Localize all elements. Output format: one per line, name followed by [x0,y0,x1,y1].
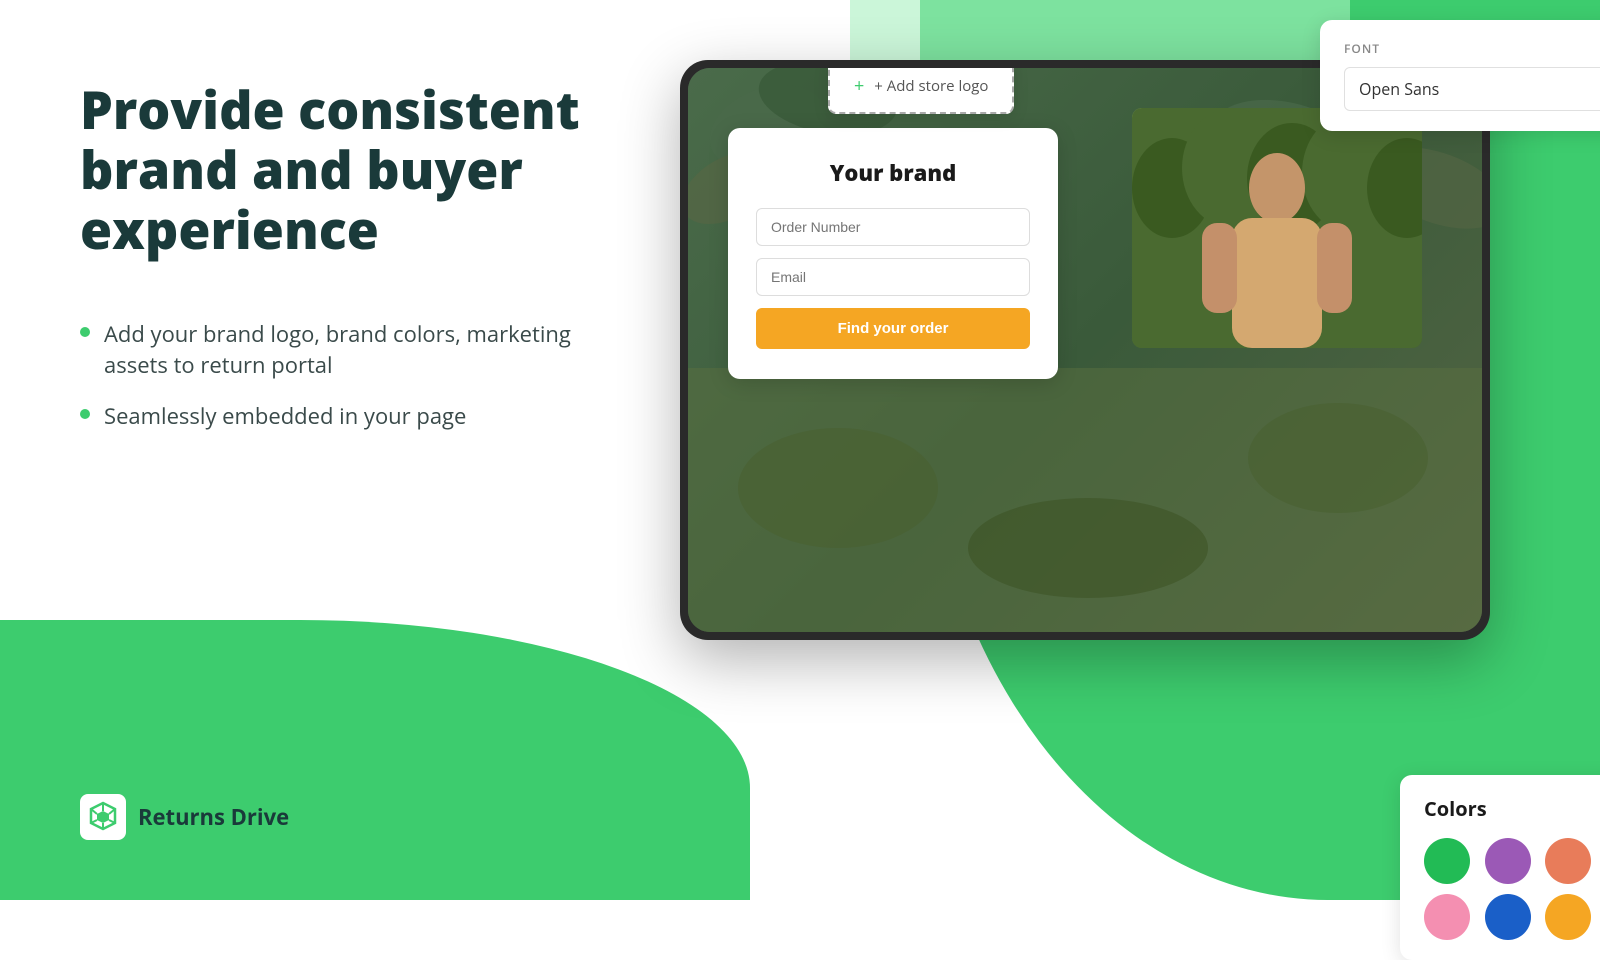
brand-card: Your brand Find your order [728,128,1058,379]
font-select-row[interactable]: Open Sans [1344,67,1600,111]
feature-text-1: Add your brand logo, brand colors, marke… [104,319,600,381]
add-logo-label: + Add store logo [874,76,988,96]
brand-name: Returns Drive [138,802,289,832]
bullet-dot-2 [80,409,90,419]
plus-icon: + [854,74,864,98]
color-swatch-green[interactable] [1424,838,1470,884]
page-headline: Provide consistent brand and buyer exper… [80,80,600,259]
right-panel: FONT Open Sans [660,0,1600,900]
brand-card-title: Your brand [756,158,1030,188]
feature-text-2: Seamlessly embedded in your page [104,401,466,432]
bullet-dot-1 [80,327,90,337]
email-input[interactable] [756,258,1030,296]
colors-card: Colors + [1400,775,1600,960]
find-order-button[interactable]: Find your order [756,308,1030,349]
font-label: FONT [1344,40,1600,57]
font-value: Open Sans [1359,78,1600,100]
add-logo-button[interactable]: + + Add store logo [828,68,1014,114]
woman-photo [1132,108,1422,348]
person-silhouette [1132,108,1422,348]
color-swatch-dark-blue[interactable] [1485,894,1531,940]
brand-logo: Returns Drive [80,794,600,840]
feature-item-2: Seamlessly embedded in your page [80,401,600,432]
headline-block: Provide consistent brand and buyer exper… [80,80,600,472]
font-card: FONT Open Sans [1320,20,1600,131]
colors-title: Colors [1424,795,1600,822]
color-swatch-purple[interactable] [1485,838,1531,884]
feature-item-1: Add your brand logo, brand colors, marke… [80,319,600,381]
tablet-screen: + + Add store logo Your brand Find your … [688,68,1482,632]
color-grid: + [1424,838,1600,940]
order-number-input[interactable] [756,208,1030,246]
color-swatch-coral[interactable] [1545,838,1591,884]
tablet-mockup: + + Add store logo Your brand Find your … [680,60,1490,640]
color-swatch-pink[interactable] [1424,894,1470,940]
left-panel: Provide consistent brand and buyer exper… [0,0,660,900]
color-swatch-yellow[interactable] [1545,894,1591,940]
feature-list: Add your brand logo, brand colors, marke… [80,319,600,431]
main-content: Provide consistent brand and buyer exper… [0,0,1600,900]
returns-drive-logo-icon [80,794,126,840]
